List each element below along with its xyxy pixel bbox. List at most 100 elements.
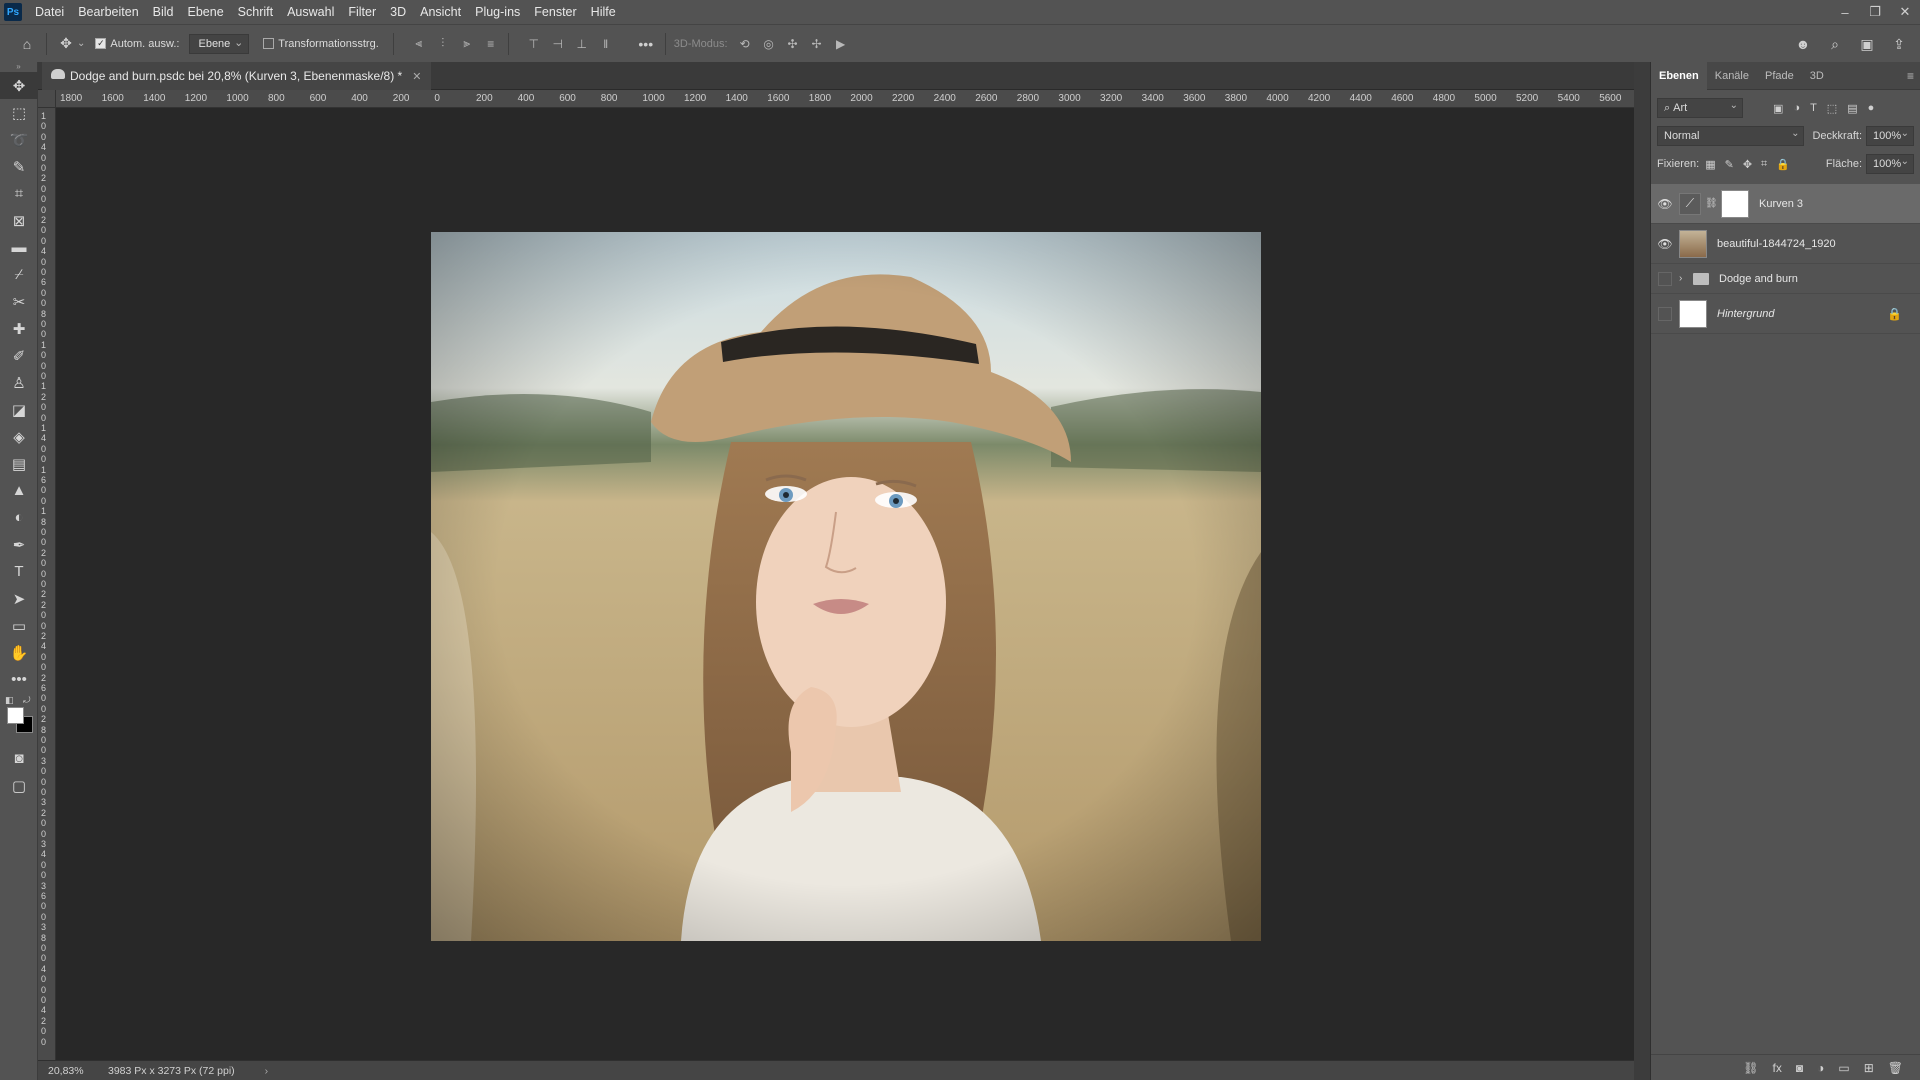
panel-grip-icon[interactable]: » <box>0 62 37 72</box>
lock-transparency-icon[interactable]: ▦ <box>1705 158 1715 171</box>
align-right-icon[interactable]: ⫸ <box>458 35 476 53</box>
foreground-color-swatch[interactable] <box>7 707 24 724</box>
menu-bearbeiten[interactable]: Bearbeiten <box>71 0 145 24</box>
transform-controls-checkbox[interactable] <box>263 38 275 49</box>
pen-tool-icon[interactable]: ✒ <box>0 531 38 558</box>
marquee-tool-icon[interactable]: ⬚ <box>0 99 38 126</box>
3d-roll-icon[interactable]: ◎ <box>760 35 778 53</box>
ruler-tool-icon[interactable]: ▬ <box>0 234 38 261</box>
add-mask-icon[interactable]: ◙ <box>1796 1061 1803 1075</box>
filter-adjustment-icon[interactable]: ◑ <box>1793 102 1800 115</box>
layer-row-dodge-and-burn[interactable]: › Dodge and burn <box>1651 264 1920 294</box>
quick-selection-tool-icon[interactable]: ✎ <box>0 153 38 180</box>
distribute-horizontal-icon[interactable]: ‖ <box>597 35 615 53</box>
3d-pan-icon[interactable]: ✣ <box>784 35 802 53</box>
content-aware-move-tool-icon[interactable]: ✂ <box>0 288 38 315</box>
3d-slide-icon[interactable]: ✢ <box>808 35 826 53</box>
new-layer-icon[interactable]: ⊞ <box>1864 1061 1874 1075</box>
menu-schrift[interactable]: Schrift <box>231 0 280 24</box>
home-icon[interactable]: ⌂ <box>16 33 38 55</box>
clone-stamp-tool-icon[interactable]: ♙ <box>0 369 38 396</box>
transform-controls-option[interactable]: Transformationsstrg. <box>263 38 379 50</box>
visibility-toggle[interactable] <box>1651 294 1679 334</box>
tab-kanaele[interactable]: Kanäle <box>1707 62 1757 90</box>
move-tool-icon[interactable]: ✥ <box>0 72 38 99</box>
close-tab-icon[interactable]: ✕ <box>412 70 421 83</box>
edit-toolbar-icon[interactable]: ••• <box>0 666 38 693</box>
align-left-icon[interactable]: ⫷ <box>410 35 428 53</box>
visibility-eye-icon[interactable]: 👁 <box>1651 184 1679 224</box>
dodge-tool-icon[interactable]: ◐ <box>0 504 38 531</box>
eraser-tool-icon[interactable]: ◪ <box>0 396 38 423</box>
screen-mode-icon[interactable]: ▢ <box>0 772 38 799</box>
align-center-icon[interactable]: ⫶ <box>434 35 452 53</box>
lock-all-icon[interactable]: 🔒 <box>1776 158 1790 171</box>
vertical-ruler[interactable]: 1004002000200400600800100012001400160018… <box>38 108 56 1060</box>
ruler-origin[interactable] <box>38 90 56 108</box>
share-icon[interactable]: ⇪ <box>1888 33 1910 55</box>
blend-mode-dropdown[interactable]: Normal <box>1657 126 1805 146</box>
document-canvas-photo[interactable] <box>431 232 1261 941</box>
menu-fenster[interactable]: Fenster <box>527 0 583 24</box>
menu-hilfe[interactable]: Hilfe <box>584 0 623 24</box>
menu-bild[interactable]: Bild <box>146 0 181 24</box>
rectangle-tool-icon[interactable]: ▭ <box>0 612 38 639</box>
distribute-vertical-icon[interactable]: ≡ <box>482 35 500 53</box>
visibility-toggle[interactable] <box>1651 259 1679 299</box>
new-adjustment-layer-icon[interactable]: ◑ <box>1817 1061 1824 1075</box>
layer-mask-thumbnail[interactable] <box>1721 189 1749 218</box>
gradient-tool-icon[interactable]: ▤ <box>0 450 38 477</box>
swap-colors-icon[interactable]: ⤾ <box>23 695 31 706</box>
hand-tool-icon[interactable]: ✋ <box>0 639 38 666</box>
menu-plugins[interactable]: Plug-ins <box>468 0 527 24</box>
group-expand-chevron-icon[interactable]: › <box>1679 273 1693 284</box>
healing-brush-tool-icon[interactable]: ✚ <box>0 315 38 342</box>
auto-select-checkbox[interactable]: ✓ <box>95 38 107 49</box>
path-selection-tool-icon[interactable]: ➤ <box>0 585 38 612</box>
filter-pixel-icon[interactable]: ▣ <box>1773 102 1783 115</box>
more-options-icon[interactable]: ••• <box>635 33 657 55</box>
status-menu-chevron-icon[interactable]: › <box>265 1065 269 1077</box>
new-group-icon[interactable]: ▭ <box>1838 1061 1849 1075</box>
lock-artboard-icon[interactable]: ⌗ <box>1761 158 1767 171</box>
chevron-down-icon[interactable]: ⌄ <box>77 38 85 49</box>
visibility-eye-icon[interactable]: 👁 <box>1651 224 1679 264</box>
tab-pfade[interactable]: Pfade <box>1757 62 1802 90</box>
menu-ebene[interactable]: Ebene <box>181 0 231 24</box>
link-layers-icon[interactable]: ⛓ <box>1743 1061 1758 1075</box>
delete-layer-icon[interactable]: 🗑 <box>1888 1061 1903 1075</box>
menu-3d[interactable]: 3D <box>383 0 413 24</box>
3d-rotate-icon[interactable]: ⟲ <box>736 35 754 53</box>
filter-shape-icon[interactable]: ⬚ <box>1827 102 1837 115</box>
learn-icon[interactable]: ☻ <box>1792 33 1814 55</box>
canvas-workspace[interactable] <box>57 109 1634 1060</box>
restore-button[interactable]: ❐ <box>1860 0 1890 24</box>
close-window-button[interactable]: ✕ <box>1890 0 1920 24</box>
mask-link-icon[interactable]: ⛓ <box>1705 198 1718 209</box>
search-icon[interactable]: ⌕ <box>1824 33 1846 55</box>
menu-auswahl[interactable]: Auswahl <box>280 0 341 24</box>
lock-pixels-icon[interactable]: ✎ <box>1725 158 1734 171</box>
eyedropper-tool-icon[interactable]: ⌿ <box>0 261 38 288</box>
panel-collapse-strip[interactable] <box>1634 62 1650 1080</box>
align-top-icon[interactable]: ⊤ <box>525 35 543 53</box>
frame-tool-icon[interactable]: ⊠ <box>0 207 38 234</box>
blur-tool-icon[interactable]: ▲ <box>0 477 38 504</box>
quick-mask-icon[interactable]: ◙ <box>0 745 38 772</box>
lasso-tool-icon[interactable]: ➰ <box>0 126 38 153</box>
filter-type-icon[interactable]: T <box>1810 102 1817 115</box>
menu-ansicht[interactable]: Ansicht <box>413 0 468 24</box>
layer-row-beautiful[interactable]: 👁 beautiful-1844724_1920 <box>1651 224 1920 264</box>
filter-toggle-icon[interactable]: ● <box>1868 102 1875 115</box>
fill-input[interactable]: 100% <box>1866 154 1914 174</box>
workspace-icon[interactable]: ▣ <box>1856 33 1878 55</box>
panel-menu-icon[interactable]: ≡ <box>1907 69 1914 83</box>
opacity-input[interactable]: 100% <box>1866 126 1914 146</box>
photoshop-logo[interactable]: Ps <box>4 3 22 21</box>
tab-ebenen[interactable]: Ebenen <box>1651 61 1707 90</box>
3d-camera-icon[interactable]: ▶ <box>832 35 850 53</box>
menu-datei[interactable]: Datei <box>28 0 71 24</box>
crop-tool-icon[interactable]: ⌗ <box>0 180 38 207</box>
layer-filter-kind-dropdown[interactable]: ⌕ Art <box>1657 98 1743 118</box>
align-middle-icon[interactable]: ⊣ <box>549 35 567 53</box>
